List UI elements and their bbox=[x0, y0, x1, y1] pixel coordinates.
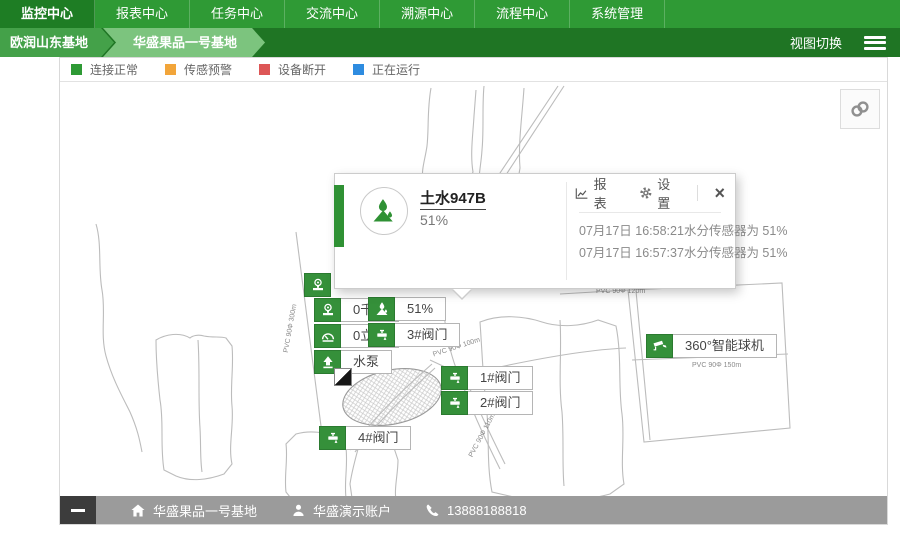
top-nav: 监控中心 报表中心 任务中心 交流中心 溯源中心 流程中心 系统管理 bbox=[0, 0, 900, 28]
soil-moisture-icon bbox=[368, 297, 395, 321]
collapse-button[interactable] bbox=[60, 496, 96, 524]
phone-number: 13888188818 bbox=[447, 503, 527, 518]
pipe-label: PVC 90Φ 150m bbox=[692, 362, 741, 369]
account-name: 华盛演示账户 bbox=[313, 501, 391, 520]
view-switch-button[interactable]: 视图切换 bbox=[790, 33, 842, 52]
legend-warning: 传感预警 bbox=[165, 61, 232, 78]
device-value: 51% bbox=[420, 212, 448, 228]
pressure-gauge-icon bbox=[304, 273, 331, 297]
sensor-marker-valve1[interactable]: 1#阀门 bbox=[441, 366, 533, 390]
device-popup: 土水947B 51% 报表 设置 bbox=[334, 173, 736, 289]
menu-icon[interactable] bbox=[864, 36, 886, 50]
site-map-drawing bbox=[60, 82, 887, 496]
legend-swatch-green bbox=[71, 64, 82, 75]
link-button[interactable] bbox=[840, 89, 880, 129]
nav-item-exchange-center[interactable]: 交流中心 bbox=[285, 0, 380, 28]
close-icon[interactable]: × bbox=[714, 184, 725, 202]
popup-accent-bar bbox=[334, 185, 344, 247]
valve-icon bbox=[441, 391, 468, 415]
sensor-label: 2#阀门 bbox=[468, 391, 533, 415]
sensor-marker-pump[interactable]: 水泵 bbox=[314, 350, 392, 374]
legend-swatch-red bbox=[259, 64, 270, 75]
log-line: 07月17日 16:58:21水分传感器为 51% bbox=[579, 220, 787, 242]
chart-icon bbox=[575, 186, 589, 201]
sensor-marker-camera[interactable]: 360°智能球机 bbox=[646, 334, 777, 358]
camera-icon bbox=[646, 334, 673, 358]
breadcrumb-site[interactable]: 华盛果品一号基地 bbox=[103, 28, 265, 57]
flow-meter-icon bbox=[314, 324, 341, 348]
sensor-label: 360°智能球机 bbox=[673, 334, 777, 358]
legend-disconnected: 设备断开 bbox=[259, 61, 326, 78]
device-name: 土水947B bbox=[420, 187, 486, 210]
sensor-marker-valve2[interactable]: 2#阀门 bbox=[441, 391, 533, 415]
sensor-label: 51% bbox=[395, 297, 446, 321]
breadcrumb-base[interactable]: 欧润山东基地 bbox=[0, 28, 114, 57]
base-name: 华盛果品一号基地 bbox=[153, 501, 257, 520]
sensor-label: 3#阀门 bbox=[395, 323, 460, 347]
link-icon bbox=[849, 99, 871, 119]
nav-item-report-center[interactable]: 报表中心 bbox=[95, 0, 190, 28]
status-legend: 连接正常 传感预警 设备断开 正在运行 bbox=[60, 58, 887, 82]
nav-item-monitor-center[interactable]: 监控中心 bbox=[0, 0, 95, 28]
sensor-marker-valve4[interactable]: 4#阀门 bbox=[319, 426, 411, 450]
popup-rule bbox=[579, 212, 721, 213]
soil-moisture-icon bbox=[370, 197, 398, 225]
sensor-label: 1#阀门 bbox=[468, 366, 533, 390]
user-icon bbox=[291, 503, 306, 518]
legend-connected: 连接正常 bbox=[71, 61, 138, 78]
sensor-marker-moisture[interactable]: 51% bbox=[368, 297, 446, 321]
log-line: 07月17日 16:57:37水分传感器为 51% bbox=[579, 242, 787, 264]
pressure-gauge-icon bbox=[314, 298, 341, 322]
sensor-marker-pressure-icononly[interactable] bbox=[304, 273, 331, 297]
minus-icon bbox=[71, 509, 85, 512]
sensor-marker-valve3[interactable]: 3#阀门 bbox=[368, 323, 460, 347]
device-avatar bbox=[360, 187, 408, 235]
site-map[interactable]: PVC 90Φ 300m PVC 90Φ 120m PVC 90Φ 150m P… bbox=[60, 82, 887, 496]
legend-swatch-orange bbox=[165, 64, 176, 75]
report-button[interactable]: 报表 bbox=[575, 174, 616, 212]
nav-item-trace-center[interactable]: 溯源中心 bbox=[380, 0, 475, 28]
nav-item-process-center[interactable]: 流程中心 bbox=[475, 0, 570, 28]
nav-item-task-center[interactable]: 任务中心 bbox=[190, 0, 285, 28]
corner-flag-icon bbox=[334, 368, 352, 386]
pipe-label: PVC 90Φ 120m bbox=[596, 288, 645, 295]
base-info: 华盛果品一号基地 bbox=[130, 501, 257, 520]
legend-running: 正在运行 bbox=[353, 61, 420, 78]
popup-divider bbox=[566, 182, 567, 280]
sensor-log: 07月17日 16:58:21水分传感器为 51% 07月17日 16:57:3… bbox=[579, 220, 787, 264]
status-bar: 华盛果品一号基地 华盛演示账户 13888188818 bbox=[60, 496, 887, 524]
home-icon bbox=[130, 503, 146, 518]
valve-icon bbox=[319, 426, 346, 450]
sensor-label: 4#阀门 bbox=[346, 426, 411, 450]
phone-info: 13888188818 bbox=[425, 503, 527, 518]
main-panel: 连接正常 传感预警 设备断开 正在运行 bbox=[59, 57, 888, 525]
account-info: 华盛演示账户 bbox=[291, 501, 391, 520]
breadcrumb-bar: 欧润山东基地 华盛果品一号基地 视图切换 bbox=[0, 28, 900, 57]
nav-item-system-manage[interactable]: 系统管理 bbox=[570, 0, 665, 28]
settings-button[interactable]: 设置 bbox=[639, 174, 680, 212]
legend-swatch-blue bbox=[353, 64, 364, 75]
valve-icon bbox=[441, 366, 468, 390]
phone-icon bbox=[425, 503, 440, 518]
valve-icon bbox=[368, 323, 395, 347]
gear-icon bbox=[639, 185, 653, 201]
actions-separator bbox=[697, 185, 698, 201]
